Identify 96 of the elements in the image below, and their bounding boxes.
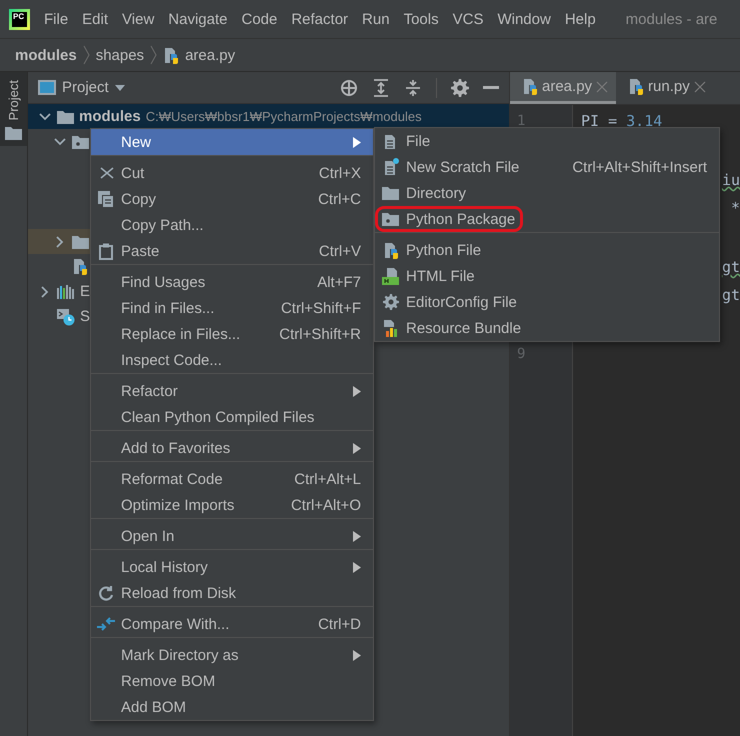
collapse-all-icon[interactable] — [404, 78, 422, 96]
python-file-icon — [382, 242, 398, 258]
menu-item[interactable]: Find in Files... Ctrl+Shift+F — [91, 295, 373, 321]
submenu-item[interactable]: HTML File — [375, 263, 719, 289]
folder-icon — [382, 186, 399, 200]
menu-item[interactable]: Edit — [82, 10, 108, 28]
menu-item[interactable]: Cut Ctrl+X — [91, 160, 373, 186]
menu-item[interactable]: Optimize Imports Ctrl+Alt+O — [91, 492, 373, 518]
clipboard-icon — [99, 242, 113, 260]
submenu-item[interactable]: Resource Bundle — [375, 315, 719, 341]
gear-icon — [382, 294, 398, 310]
editor-tab[interactable]: run.py — [616, 72, 714, 104]
menu-item[interactable]: View — [122, 10, 154, 28]
submenu-item[interactable]: Python File — [375, 237, 719, 263]
folder-icon — [57, 110, 74, 124]
code-text: iu — [722, 170, 740, 191]
menu-item[interactable]: New — [91, 129, 373, 155]
tree-item-label[interactable]: S — [80, 308, 90, 325]
submenu-arrow-icon — [353, 530, 361, 542]
submenu-item[interactable]: New Scratch File Ctrl+Alt+Shift+Insert — [375, 154, 719, 180]
submenu-item[interactable]: EditorConfig File — [375, 289, 719, 315]
menu-item[interactable]: Open In — [91, 523, 373, 549]
python-file-icon — [163, 46, 180, 64]
menu-item[interactable]: Copy Ctrl+C — [91, 186, 373, 212]
copy-icon — [98, 190, 114, 208]
breadcrumb[interactable]: shapes — [96, 46, 144, 64]
submenu-arrow-icon — [353, 562, 361, 572]
menu-item[interactable]: Mark Directory as — [91, 642, 373, 668]
folder-icon — [5, 126, 22, 140]
python-file-icon — [628, 78, 644, 95]
chevron-right-icon — [56, 236, 64, 248]
menu-item[interactable]: Remove BOM — [91, 668, 373, 694]
menu-item[interactable]: VCS — [452, 10, 484, 28]
editor-tab[interactable]: area.py — [510, 72, 616, 104]
scratch-file-icon — [382, 158, 398, 176]
menu-item[interactable]: Refactor — [91, 378, 373, 404]
menu-item[interactable]: Refactor — [291, 10, 348, 28]
bundle-icon — [382, 319, 398, 337]
python-file-icon — [522, 78, 538, 95]
menu-item[interactable]: Copy Path... — [91, 212, 373, 238]
path-text: C:₩Users₩bbsr1₩PycharmProjects₩modules — [146, 109, 422, 124]
package-icon — [382, 212, 399, 226]
menu-item[interactable]: Navigate — [168, 10, 228, 28]
expand-all-icon[interactable] — [372, 78, 390, 96]
submenu-arrow-icon — [353, 650, 361, 660]
panel-icon — [38, 80, 56, 95]
breadcrumb-separator-icon — [82, 45, 90, 65]
settings-icon — [451, 78, 469, 96]
python-file-icon — [72, 258, 88, 275]
submenu-arrow-icon — [353, 386, 361, 396]
menu-item[interactable]: Code — [241, 10, 278, 28]
tree-item-label[interactable]: modules — [79, 108, 141, 125]
tree-item-label[interactable]: E — [80, 283, 90, 300]
chevron-down-icon — [39, 112, 51, 120]
menu-item[interactable]: Window — [497, 10, 551, 28]
library-icon — [57, 284, 75, 298]
code-text: gt — [722, 285, 740, 306]
menu-item[interactable]: Help — [564, 10, 596, 28]
tree-row[interactable]: modules C:₩Users₩bbsr1₩PycharmProjects₩modules — [28, 104, 509, 129]
menu-item[interactable]: Paste Ctrl+V — [91, 238, 373, 264]
tool-window-tab[interactable]: Project — [0, 72, 27, 146]
menu-item[interactable]: Find Usages Alt+F7 — [91, 269, 373, 295]
breadcrumb-separator-icon — [150, 45, 158, 65]
app-logo: PC — [9, 8, 30, 30]
close-icon[interactable] — [694, 80, 706, 92]
code-text: gt — [722, 257, 740, 278]
chevron-right-icon — [41, 286, 49, 298]
chevron-down-icon — [54, 138, 66, 146]
submenu-item[interactable]: Python Package — [375, 206, 719, 232]
menu-item[interactable]: Run — [362, 10, 390, 28]
menu-item[interactable]: Reformat Code Ctrl+Alt+L — [91, 466, 373, 492]
breadcrumb[interactable]: modules — [15, 46, 77, 64]
submenu-arrow-icon — [353, 136, 361, 148]
submenu-arrow-icon — [353, 442, 361, 454]
menu-item[interactable]: Local History — [91, 554, 373, 580]
reload-icon — [97, 584, 115, 602]
menu-item[interactable]: Replace in Files... Ctrl+Shift+R — [91, 321, 373, 347]
window-title: modules - are — [626, 10, 718, 28]
panel-title[interactable]: Project — [62, 79, 109, 96]
menu-item[interactable]: Add to Favorites — [91, 435, 373, 461]
scratches-icon — [57, 308, 75, 326]
compare-icon — [96, 615, 116, 633]
menu-item[interactable]: Compare With... Ctrl+D — [91, 611, 373, 637]
menu-item[interactable]: Reload from Disk — [91, 580, 373, 606]
code-text: * — [730, 198, 740, 219]
folder-icon — [72, 234, 89, 248]
menu-item[interactable]: Add BOM — [91, 694, 373, 720]
breadcrumb[interactable]: area.py — [185, 46, 236, 64]
dropdown-caret-icon — [114, 84, 125, 90]
html-file-icon — [382, 267, 399, 285]
menu-item[interactable]: File — [44, 10, 68, 28]
menu-item[interactable]: Tools — [404, 10, 439, 28]
submenu-item[interactable]: Directory — [375, 180, 719, 206]
locate-icon[interactable] — [340, 78, 358, 96]
menu-item[interactable]: Clean Python Compiled Files — [91, 404, 373, 430]
menu-item[interactable]: Inspect Code... — [91, 347, 373, 373]
